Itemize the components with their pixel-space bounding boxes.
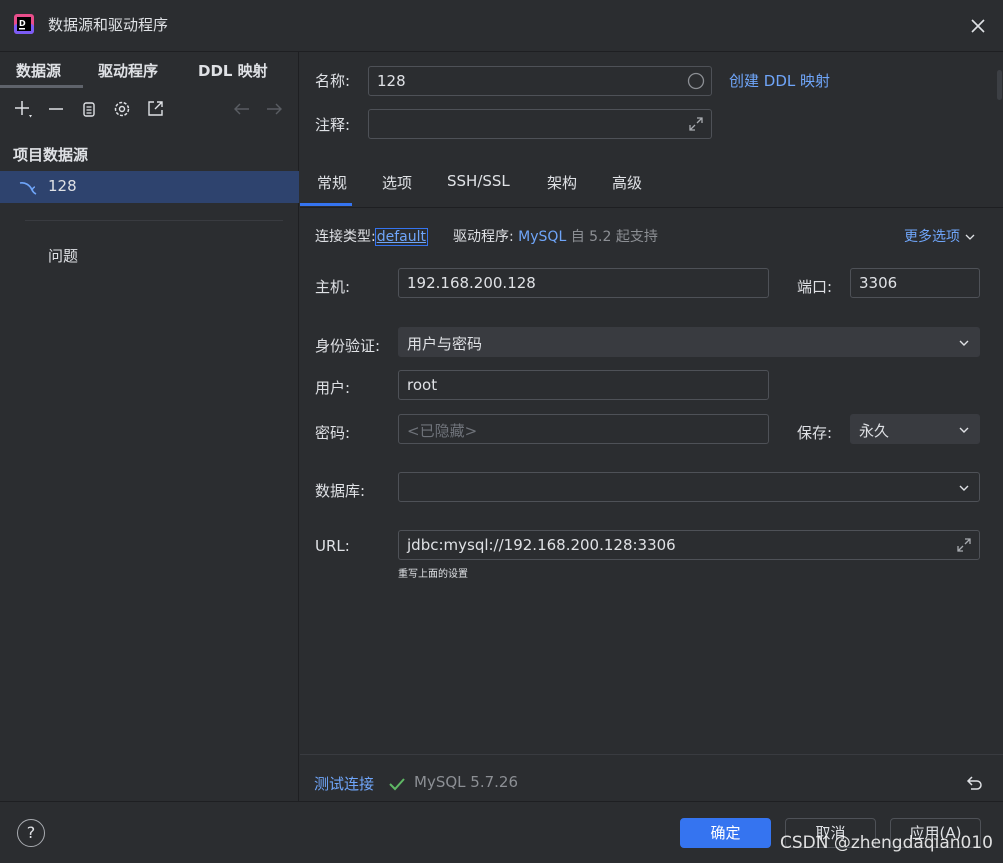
url-label: URL: — [315, 537, 350, 555]
more-options-link[interactable]: 更多选项 — [904, 226, 976, 246]
datasource-name: 128 — [48, 177, 77, 195]
tab-ssh-ssl[interactable]: SSH/SSL — [447, 172, 510, 190]
chevron-down-icon — [965, 234, 975, 240]
svg-text:D: D — [19, 19, 26, 28]
undo-icon[interactable] — [964, 773, 984, 793]
connection-type-row: 连接类型:default — [315, 226, 428, 246]
auth-label: 身份验证: — [315, 337, 381, 355]
check-icon — [389, 778, 405, 791]
host-label: 主机: — [315, 278, 351, 296]
mysql-icon — [19, 182, 37, 195]
connection-type-link[interactable]: default — [374, 228, 428, 246]
password-label: 密码: — [315, 424, 351, 442]
save-value: 永久 — [859, 422, 890, 440]
scrollbar-thumb[interactable] — [997, 70, 1002, 100]
expand-icon[interactable] — [687, 115, 705, 133]
chevron-down-icon — [959, 485, 969, 491]
url-input[interactable]: jdbc:mysql://192.168.200.128:3306 — [398, 530, 980, 560]
connection-type-label: 连接类型: — [315, 229, 376, 245]
url-value: jdbc:mysql://192.168.200.128:3306 — [407, 536, 676, 554]
test-connection-link[interactable]: 测试连接 — [314, 773, 374, 794]
test-connection-bar: 测试连接 MySQL 5.7.26 — [300, 754, 1003, 800]
database-select[interactable] — [398, 472, 980, 502]
driver-note: 自 5.2 起支持 — [570, 229, 658, 245]
forward-arrow-icon[interactable] — [263, 98, 285, 120]
database-label: 数据库: — [315, 482, 366, 500]
main-panel: 名称: 128 创建 DDL 映射 注释: 常规 选项 SSH/SSL 架构 高… — [300, 52, 1003, 801]
sidebar-toolbar — [12, 98, 292, 120]
sidebar: 数据源 驱动程序 DDL 映射 项目数据源 128 问题 — [0, 52, 299, 801]
help-button[interactable]: ? — [17, 819, 45, 847]
create-ddl-mapping-link[interactable]: 创建 DDL 映射 — [729, 70, 830, 91]
auth-select[interactable]: 用户与密码 — [398, 327, 980, 357]
port-label: 端口: — [797, 278, 833, 296]
dialog-footer: ? 确定 取消 应用(A) — [0, 801, 1003, 863]
auth-value: 用户与密码 — [407, 335, 483, 353]
title-bar: D 数据源和驱动程序 — [0, 0, 1003, 52]
comment-label: 注释: — [315, 116, 351, 134]
tab-schemas[interactable]: 架构 — [547, 172, 577, 193]
divider — [25, 220, 283, 221]
tab-general[interactable]: 常规 — [317, 172, 347, 193]
name-value: 128 — [377, 72, 406, 90]
chevron-down-icon — [959, 340, 969, 346]
save-select[interactable]: 永久 — [850, 414, 980, 444]
settings-tabs: 常规 选项 SSH/SSL 架构 高级 — [300, 170, 1003, 208]
test-result: MySQL 5.7.26 — [414, 773, 518, 791]
gear-icon[interactable] — [111, 98, 133, 120]
driver-row: 驱动程序: MySQL 自 5.2 起支持 — [453, 226, 658, 246]
password-input[interactable]: <已隐藏> — [398, 414, 769, 444]
color-circle-icon[interactable] — [687, 72, 705, 90]
window-title: 数据源和驱动程序 — [48, 16, 169, 34]
port-input[interactable]: 3306 — [850, 268, 980, 298]
name-label: 名称: — [315, 72, 351, 90]
active-tab-indicator — [300, 203, 352, 206]
back-arrow-icon[interactable] — [231, 98, 253, 120]
datagrip-app-icon: D — [14, 14, 34, 34]
close-icon[interactable] — [968, 16, 988, 36]
ok-button[interactable]: 确定 — [680, 818, 771, 848]
url-hint: 重写上面的设置 — [398, 569, 468, 580]
tab-ddl-mappings[interactable]: DDL 映射 — [198, 60, 268, 81]
csdn-watermark: CSDN @zhengdaqian010 — [780, 833, 993, 853]
user-input[interactable]: root — [398, 370, 769, 400]
open-external-icon[interactable] — [144, 98, 166, 120]
duplicate-icon[interactable] — [78, 98, 100, 120]
comment-field[interactable] — [368, 109, 712, 139]
expand-icon[interactable] — [955, 536, 973, 554]
problems-item[interactable]: 问题 — [48, 245, 78, 266]
save-label: 保存: — [797, 424, 833, 442]
driver-label: 驱动程序: — [453, 229, 514, 245]
datasource-item[interactable]: 128 — [0, 171, 299, 203]
add-icon[interactable] — [12, 98, 34, 120]
tab-options[interactable]: 选项 — [382, 172, 412, 193]
project-data-sources-label: 项目数据源 — [13, 146, 89, 164]
tab-advanced[interactable]: 高级 — [612, 172, 642, 193]
tab-drivers[interactable]: 驱动程序 — [98, 60, 158, 81]
host-input[interactable]: 192.168.200.128 — [398, 268, 769, 298]
active-tab-indicator — [0, 85, 83, 88]
chevron-down-icon — [959, 427, 969, 433]
remove-icon[interactable] — [45, 98, 67, 120]
more-options-label: 更多选项 — [904, 229, 960, 245]
driver-link[interactable]: MySQL — [518, 229, 566, 245]
user-label: 用户: — [315, 379, 351, 397]
name-field[interactable]: 128 — [368, 66, 712, 96]
tab-data-sources[interactable]: 数据源 — [16, 60, 61, 81]
